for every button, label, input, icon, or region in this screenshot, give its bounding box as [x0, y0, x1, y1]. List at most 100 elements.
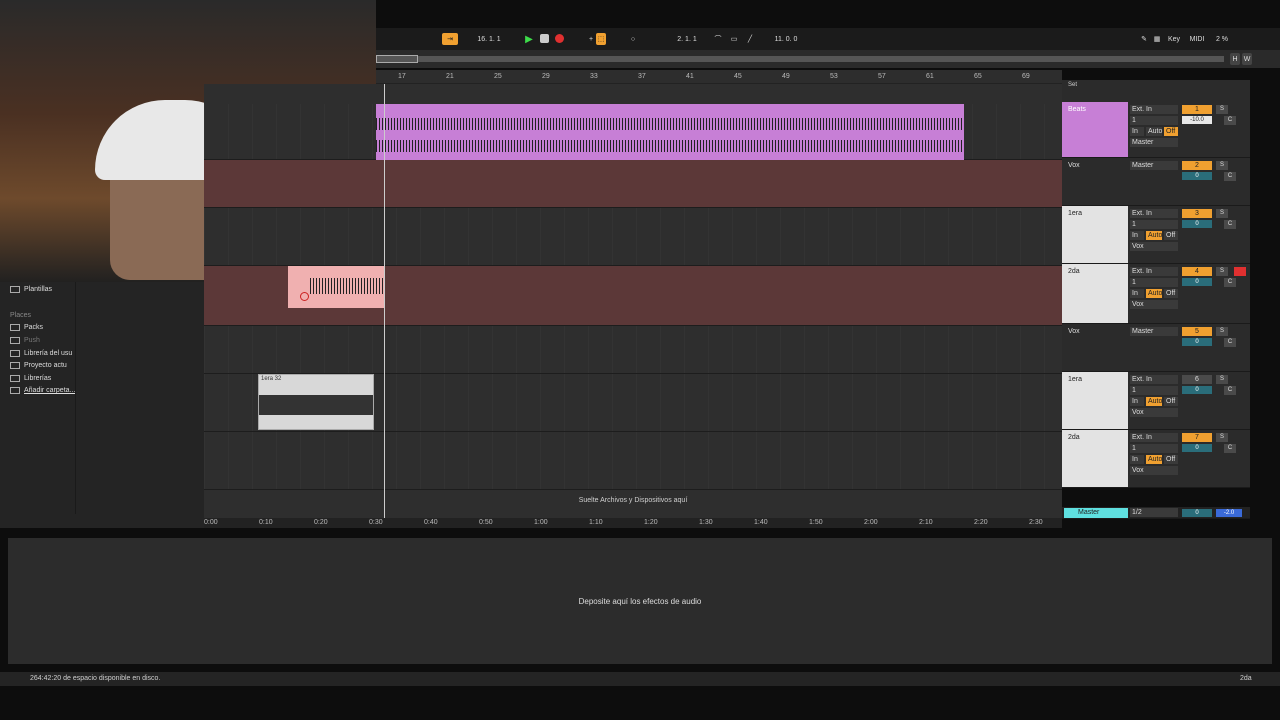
track-activator[interactable]: 3: [1182, 209, 1212, 218]
solo-button[interactable]: S: [1216, 105, 1228, 114]
draw-mode-icon[interactable]: ▭: [728, 33, 740, 45]
monitor-in[interactable]: In: [1130, 397, 1144, 406]
output-routing[interactable]: Master: [1130, 138, 1178, 147]
track-activator[interactable]: 6: [1182, 375, 1212, 384]
track-header-2da-2[interactable]: 2da Ext. In 1 In Auto Off Vox 7 S 0 C: [1062, 430, 1250, 488]
track-activator[interactable]: 2: [1182, 161, 1212, 170]
input-channel[interactable]: 1: [1130, 220, 1178, 229]
master-routing[interactable]: 1/2: [1130, 508, 1178, 517]
lane-beats[interactable]: [204, 104, 1062, 160]
drop-zone[interactable]: Suelte Archivos y Dispositivos aquí: [204, 490, 1062, 510]
input-channel[interactable]: 1: [1130, 386, 1178, 395]
track-name[interactable]: 2da: [1062, 264, 1128, 323]
key-map-button[interactable]: Key: [1164, 33, 1184, 45]
master-header[interactable]: Master 1/2 0 -2.0: [1062, 507, 1250, 519]
pan-field[interactable]: C: [1224, 338, 1236, 347]
volume-field[interactable]: 0: [1182, 278, 1212, 286]
track-activator[interactable]: 1: [1182, 105, 1212, 114]
output-routing[interactable]: Vox: [1130, 466, 1178, 475]
lane-vox-group-2[interactable]: [204, 326, 1062, 374]
solo-button[interactable]: S: [1216, 209, 1228, 218]
monitor-off[interactable]: Off: [1164, 231, 1178, 240]
input-channel[interactable]: 1: [1130, 116, 1178, 125]
input-type[interactable]: Ext. In: [1130, 105, 1178, 114]
loop-icon[interactable]: ○: [628, 33, 638, 45]
monitor-auto[interactable]: Auto: [1146, 397, 1162, 406]
browser-packs[interactable]: Packs: [10, 324, 43, 331]
clip-beats[interactable]: [376, 104, 964, 160]
clip-recording[interactable]: [288, 266, 384, 308]
monitor-auto[interactable]: Auto: [1146, 127, 1162, 136]
keyboard-icon[interactable]: ▦: [1152, 33, 1162, 45]
track-name[interactable]: 2da: [1062, 430, 1128, 487]
browser-templates[interactable]: Plantillas: [10, 286, 52, 293]
monitor-in[interactable]: In: [1130, 455, 1144, 464]
solo-button[interactable]: S: [1216, 327, 1228, 336]
output-routing[interactable]: Master: [1130, 161, 1178, 170]
input-type[interactable]: Ext. In: [1130, 433, 1178, 442]
monitor-in[interactable]: In: [1130, 231, 1144, 240]
volume-field[interactable]: 0: [1182, 172, 1212, 180]
clip-1era-32[interactable]: 1era 32: [258, 374, 374, 430]
curve-icon[interactable]: ╱: [744, 33, 756, 45]
lane-vox-group[interactable]: [204, 160, 1062, 208]
solo-button[interactable]: S: [1216, 267, 1228, 276]
arrangement-view[interactable]: 1era 32 Suelte Archivos y Dispositivos a…: [204, 84, 1062, 520]
browser-add-folder[interactable]: Añadir carpeta...: [10, 387, 75, 394]
pan-field[interactable]: C: [1224, 386, 1236, 395]
solo-button[interactable]: S: [1216, 433, 1228, 442]
overview-scrubber[interactable]: H W: [376, 50, 1280, 68]
monitor-off[interactable]: Off: [1164, 397, 1178, 406]
volume-field[interactable]: 0: [1182, 386, 1212, 394]
browser-libraries[interactable]: Librerías: [10, 375, 51, 382]
track-name[interactable]: 1era: [1062, 206, 1128, 263]
lane-2da[interactable]: [204, 266, 1062, 326]
track-header-vox[interactable]: Vox Master 2 S 0 C: [1062, 158, 1250, 206]
track-activator[interactable]: 4: [1182, 267, 1212, 276]
punch-icon[interactable]: ⌒: [712, 33, 724, 45]
monitor-off[interactable]: Off: [1164, 127, 1178, 136]
track-name[interactable]: Vox: [1062, 324, 1128, 371]
device-drop-zone[interactable]: Deposite aquí los efectos de audio: [8, 538, 1272, 664]
automation-arm-icon[interactable]: ⬚: [596, 33, 606, 45]
pan-field[interactable]: C: [1224, 220, 1236, 229]
monitor-in[interactable]: In: [1130, 127, 1144, 136]
w-toggle[interactable]: W: [1242, 53, 1252, 65]
input-type[interactable]: Ext. In: [1130, 267, 1178, 276]
pencil-icon[interactable]: ✎: [1138, 33, 1150, 45]
output-routing[interactable]: Vox: [1130, 300, 1178, 309]
stop-icon[interactable]: [540, 34, 549, 43]
arm-record-button[interactable]: [1234, 267, 1246, 276]
volume-field[interactable]: 0: [1182, 220, 1212, 228]
monitor-auto[interactable]: Auto: [1146, 455, 1162, 464]
monitor-auto[interactable]: Auto: [1146, 231, 1162, 240]
overdub-icon[interactable]: +: [586, 33, 596, 45]
input-type[interactable]: Ext. In: [1130, 375, 1178, 384]
track-name[interactable]: Beats: [1062, 102, 1128, 157]
monitor-off[interactable]: Off: [1164, 455, 1178, 464]
track-header-beats[interactable]: Beats Ext. In 1 In Auto Off Master 1 S -…: [1062, 102, 1250, 158]
track-activator[interactable]: 5: [1182, 327, 1212, 336]
follow-button[interactable]: ⇥: [442, 33, 458, 45]
input-channel[interactable]: 1: [1130, 278, 1178, 287]
output-routing[interactable]: Vox: [1130, 408, 1178, 417]
browser-push[interactable]: Push: [10, 337, 40, 344]
track-name[interactable]: 1era: [1062, 372, 1128, 429]
pan-field[interactable]: C: [1224, 444, 1236, 453]
solo-button[interactable]: S: [1216, 375, 1228, 384]
solo-button[interactable]: S: [1216, 161, 1228, 170]
loop-length[interactable]: 11. 0. 0: [764, 33, 808, 45]
track-header-vox-2[interactable]: Vox Master 5 S 0 C: [1062, 324, 1250, 372]
pan-field[interactable]: C: [1224, 278, 1236, 287]
track-activator[interactable]: 7: [1182, 433, 1212, 442]
lane-1era-2[interactable]: 1era 32: [204, 374, 1062, 432]
monitor-off[interactable]: Off: [1164, 289, 1178, 298]
track-header-1era-2[interactable]: 1era Ext. In 1 In Auto Off Vox 6 S 0 C: [1062, 372, 1250, 430]
volume-field[interactable]: 0: [1182, 444, 1212, 452]
lane-2da-2[interactable]: [204, 432, 1062, 490]
h-toggle[interactable]: H: [1230, 53, 1240, 65]
output-routing[interactable]: Master: [1130, 327, 1178, 336]
pan-field[interactable]: C: [1224, 172, 1236, 181]
input-channel[interactable]: 1: [1130, 444, 1178, 453]
output-routing[interactable]: Vox: [1130, 242, 1178, 251]
